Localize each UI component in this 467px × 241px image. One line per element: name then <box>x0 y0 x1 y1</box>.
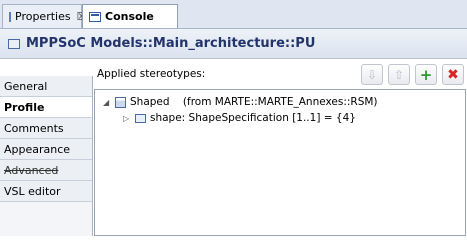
expand-icon[interactable]: ▷ <box>123 114 131 123</box>
element-icon <box>8 38 20 49</box>
tab-console-label: Console <box>105 10 154 23</box>
stereotype-icon <box>115 96 126 108</box>
tree-row-property[interactable]: ▷ shape: ShapeSpecification [1..1] = {4} <box>123 112 356 124</box>
applied-stereotypes-label: Applied stereotypes: <box>97 68 206 80</box>
properties-header: MPPSoC Models::Main_architecture::PU <box>0 29 467 59</box>
tree-row-stereotype[interactable]: ◢ Shaped (from MARTE::MARTE_Annexes::RSM… <box>103 96 378 108</box>
tab-console[interactable]: Console <box>82 4 178 28</box>
sidebar-item-comments[interactable]: Comments <box>0 118 92 139</box>
sidebar-item-appearance[interactable]: Appearance <box>0 139 92 160</box>
delete-icon: ✖ <box>447 66 459 83</box>
view-tab-bar: Properties ☒ Console <box>0 0 467 29</box>
sidebar-item-profile[interactable]: Profile <box>0 97 92 118</box>
stereotype-label: Shaped (from MARTE::MARTE_Annexes::RSM) <box>130 96 378 108</box>
property-icon <box>135 113 146 123</box>
sidebar-item-advanced[interactable]: Advanced <box>0 160 92 181</box>
arrow-up-icon: ⇧ <box>393 67 405 82</box>
tab-properties-label: Properties <box>15 10 71 23</box>
collapse-icon[interactable]: ◢ <box>103 98 111 107</box>
arrow-down-icon: ⇩ <box>366 67 378 82</box>
property-label: shape: ShapeSpecification [1..1] = {4} <box>150 112 356 124</box>
move-down-button[interactable]: ⇩ <box>361 64 383 85</box>
page-title: MPPSoC Models::Main_architecture::PU <box>26 36 316 51</box>
console-icon <box>89 11 101 22</box>
move-up-button[interactable]: ⇧ <box>388 64 410 85</box>
plus-icon: + <box>419 65 433 84</box>
stereotype-tree[interactable]: ◢ Shaped (from MARTE::MARTE_Annexes::RSM… <box>94 89 466 236</box>
tab-properties[interactable]: Properties ☒ <box>2 4 86 28</box>
sidebar-item-general[interactable]: General <box>0 76 92 97</box>
properties-sidebar: General Profile Comments Appearance Adva… <box>0 76 93 236</box>
add-stereotype-button[interactable]: + <box>415 64 437 85</box>
sidebar-item-vsl-editor[interactable]: VSL editor <box>0 181 92 202</box>
profile-panel: Applied stereotypes: ⇩ ⇧ + ✖ ◢ Shaped (f… <box>93 62 467 241</box>
stereotype-toolbar: ⇩ ⇧ + ✖ <box>361 64 464 85</box>
remove-stereotype-button[interactable]: ✖ <box>442 64 464 85</box>
properties-icon <box>9 11 11 22</box>
